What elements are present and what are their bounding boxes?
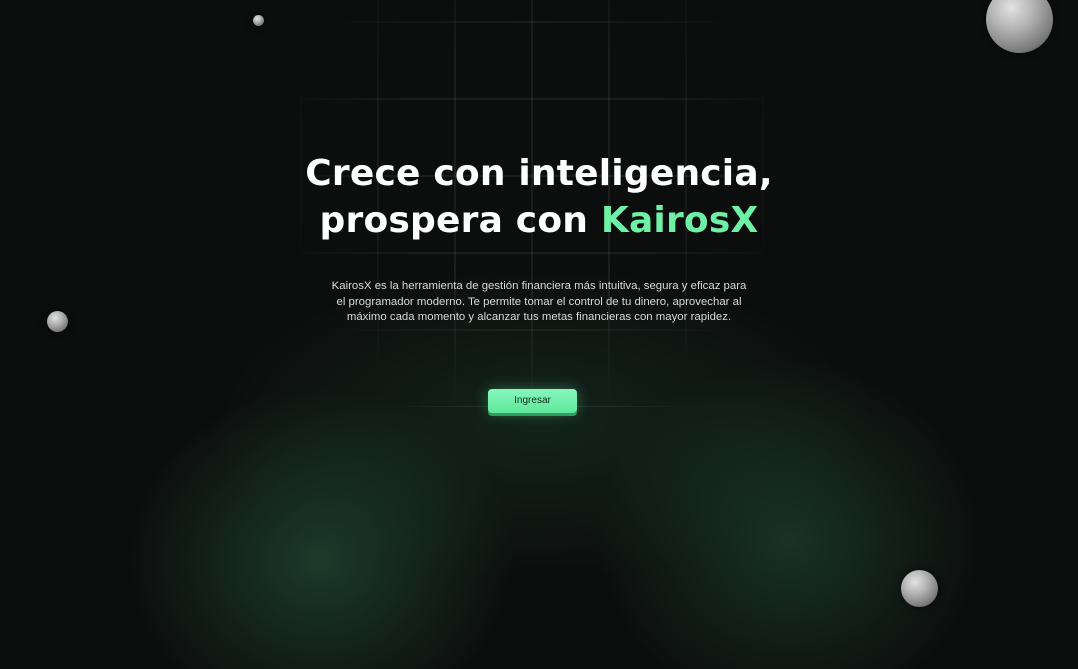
- hero-description: KairosX es la herramienta de gestión fin…: [309, 279, 769, 326]
- description-line-2: el programador moderno. Te permite tomar…: [336, 295, 742, 308]
- sphere-left: [47, 311, 68, 332]
- hero-title-line2-prefix: prospera con: [319, 200, 601, 241]
- description-line-3: máximo cada momento y alcanzar tus metas…: [346, 311, 732, 324]
- sphere-bottom-right: [901, 570, 938, 607]
- landing-page: Crece con inteligencia, prospera con Kai…: [0, 0, 1078, 669]
- ingresar-button[interactable]: Ingresar: [488, 389, 577, 413]
- sphere-top-right: [986, 0, 1053, 53]
- hero-title: Crece con inteligencia, prospera con Kai…: [0, 150, 1078, 244]
- sphere-top-small: [253, 15, 264, 26]
- description-line-1: KairosX es la herramienta de gestión fin…: [331, 280, 747, 292]
- brand-name: KairosX: [600, 200, 759, 241]
- hero-title-line1: Crece con inteligencia,: [305, 153, 773, 194]
